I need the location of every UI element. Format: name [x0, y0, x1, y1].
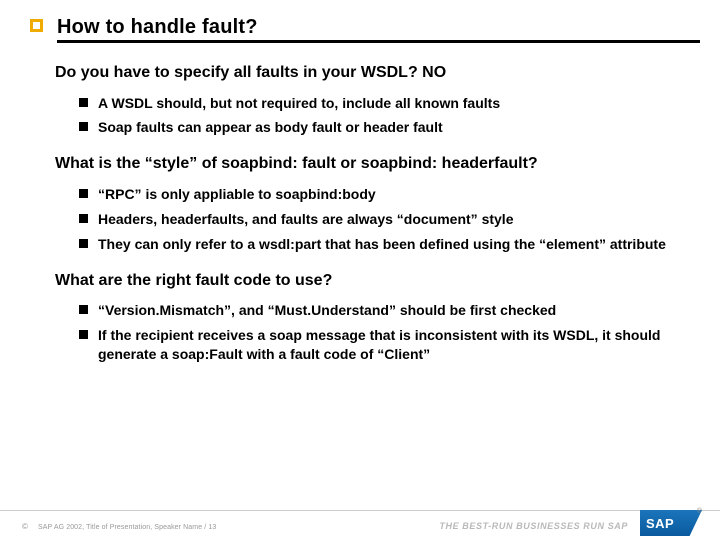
copyright-text: SAP AG 2002, Title of Presentation, Spea…: [38, 524, 216, 531]
list-item: If the recipient receives a soap message…: [79, 326, 690, 364]
sap-logo-text: SAP: [646, 516, 674, 531]
bullet-square-icon: [79, 122, 88, 131]
footer-divider: [0, 510, 720, 511]
bullet-text: “RPC” is only appliable to soapbind:body: [98, 185, 376, 204]
copyright-symbol: ©: [22, 522, 28, 531]
content-body: Do you have to specify all faults in you…: [55, 62, 690, 370]
question-heading: What is the “style” of soapbind: fault o…: [55, 153, 690, 175]
bullet-text: They can only refer to a wsdl:part that …: [98, 235, 666, 254]
bullet-square-icon: [79, 98, 88, 107]
title-underline: [57, 40, 700, 43]
question-heading: What are the right fault code to use?: [55, 270, 690, 292]
footer: © SAP AG 2002, Title of Presentation, Sp…: [0, 510, 720, 540]
bullet-square-icon: [79, 214, 88, 223]
slide: How to handle fault? Do you have to spec…: [0, 0, 720, 540]
bullet-text: “Version.Mismatch”, and “Must.Understand…: [98, 301, 556, 320]
tagline: THE BEST-RUN BUSINESSES RUN SAP: [439, 521, 628, 531]
bullet-square-icon: [79, 189, 88, 198]
bullet-text: Soap faults can appear as body fault or …: [98, 118, 443, 137]
list-item: “Version.Mismatch”, and “Must.Understand…: [79, 301, 690, 320]
registered-mark: ®: [697, 508, 702, 515]
bullet-square-icon: [79, 330, 88, 339]
sap-logo: SAP ®: [640, 506, 702, 536]
bullet-text: A WSDL should, but not required to, incl…: [98, 94, 500, 113]
bullet-square-icon: [79, 239, 88, 248]
slide-title: How to handle fault?: [57, 16, 258, 39]
title-square-icon: [30, 19, 43, 32]
question-heading: Do you have to specify all faults in you…: [55, 62, 690, 84]
list-item: They can only refer to a wsdl:part that …: [79, 235, 690, 254]
bullet-square-icon: [79, 305, 88, 314]
list-item: “RPC” is only appliable to soapbind:body: [79, 185, 690, 204]
sap-logo-icon: SAP: [640, 510, 702, 536]
title-block: How to handle fault?: [30, 18, 700, 46]
list-item: Headers, headerfaults, and faults are al…: [79, 210, 690, 229]
bullet-text: Headers, headerfaults, and faults are al…: [98, 210, 513, 229]
list-item: A WSDL should, but not required to, incl…: [79, 94, 690, 113]
bullet-text: If the recipient receives a soap message…: [98, 326, 690, 364]
list-item: Soap faults can appear as body fault or …: [79, 118, 690, 137]
